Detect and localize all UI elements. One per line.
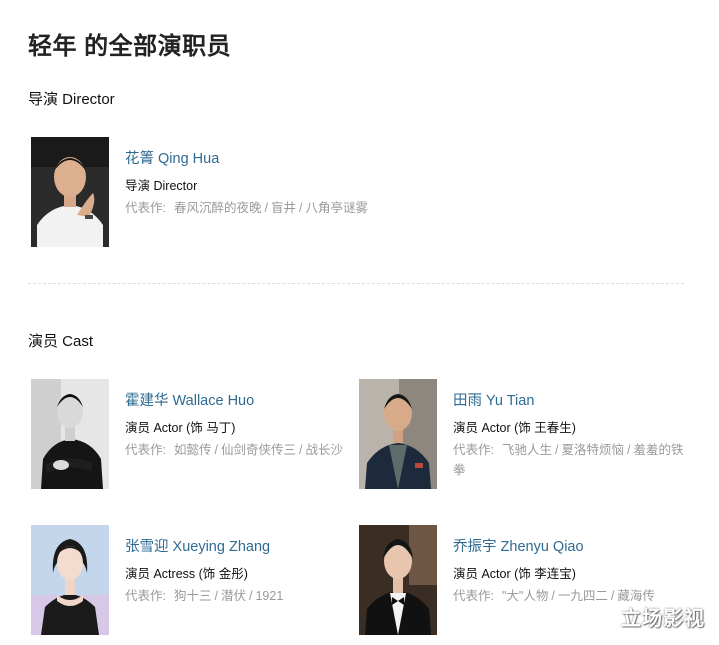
- person-photo[interactable]: [359, 525, 437, 635]
- work-separator: /: [214, 443, 218, 457]
- work-separator: /: [610, 589, 615, 603]
- work-separator: /: [627, 443, 631, 457]
- person-photo-image: [359, 525, 437, 635]
- work-separator: /: [214, 589, 218, 603]
- work-link[interactable]: 飞驰人生: [502, 443, 552, 457]
- person-photo[interactable]: [31, 137, 109, 247]
- person-name-link[interactable]: 田雨 Yu Tian: [453, 389, 534, 410]
- person-photo[interactable]: [31, 525, 109, 635]
- works-label: 代表作:: [125, 443, 166, 457]
- person-role: 演员 Actor (饰 马丁): [125, 421, 236, 435]
- person-photo-image: [31, 137, 109, 247]
- person-photo-image: [31, 525, 109, 635]
- work-separator: /: [555, 443, 559, 457]
- work-separator: /: [551, 589, 555, 603]
- person-photo-image: [359, 379, 437, 489]
- work-link[interactable]: 仙剑奇侠传三: [221, 443, 296, 457]
- person-card: 霍建华 Wallace Huo 演员 Actor (饰 马丁) 代表作: 如懿传 /…: [31, 379, 356, 491]
- work-link[interactable]: 潜伏: [221, 589, 246, 603]
- person-name-link[interactable]: 乔振宇 Zhenyu Qiao: [453, 535, 584, 556]
- representative-works: 代表作: 飞驰人生 / 夏洛特烦恼 / 羞羞的铁拳: [453, 440, 685, 480]
- representative-works: 代表作: 春风沉醉的夜晚 / 盲井 / 八角亭谜雾: [125, 198, 425, 218]
- person-photo[interactable]: [359, 379, 437, 489]
- work-link[interactable]: 藏海传: [617, 589, 655, 603]
- works-label: 代表作:: [125, 201, 166, 215]
- work-link[interactable]: 盲井: [271, 201, 296, 215]
- person-name-link[interactable]: 花箐 Qing Hua: [125, 147, 219, 168]
- work-link[interactable]: 狗十三: [174, 589, 212, 603]
- work-link[interactable]: 夏洛特烦恼: [561, 443, 624, 457]
- works-label: 代表作:: [453, 589, 494, 603]
- person-card: 张雪迎 Xueying Zhang 演员 Actress (饰 金彤) 代表作:…: [31, 525, 356, 637]
- person-name-link[interactable]: 霍建华 Wallace Huo: [125, 389, 254, 410]
- person-photo-image: [31, 379, 109, 489]
- work-separator: /: [299, 201, 303, 215]
- work-link[interactable]: 战长沙: [305, 443, 343, 457]
- section-divider: [28, 283, 684, 284]
- watermark: 立场影视: [621, 608, 705, 630]
- representative-works: 代表作: 狗十三 / 潜伏/1921: [125, 586, 357, 606]
- work-separator: /: [299, 443, 303, 457]
- person-role: 演员 Actor (饰 李连宝): [453, 567, 576, 581]
- person-role: 演员 Actor (饰 王春生): [453, 421, 576, 435]
- person-card: 花箐 Qing Hua 导演 Director 代表作: 春风沉醉的夜晚 / 盲井 / 八…: [31, 137, 431, 249]
- work-link[interactable]: "大"人物: [502, 589, 548, 603]
- person-photo[interactable]: [31, 379, 109, 489]
- work-link[interactable]: 如懿传: [174, 443, 212, 457]
- person-role: 演员 Actress (饰 金彤): [125, 567, 248, 581]
- person-card: 田雨 Yu Tian 演员 Actor (饰 王春生) 代表作: 飞驰人生 / 夏洛特…: [359, 379, 689, 491]
- work-link[interactable]: 一九四二: [558, 589, 608, 603]
- person-name-link[interactable]: 张雪迎 Xueying Zhang: [125, 535, 270, 556]
- page-title: 轻年 的全部演职员: [28, 33, 232, 60]
- directors-heading: 导演 Director: [28, 91, 115, 108]
- work-link[interactable]: 八角亭谜雾: [305, 201, 368, 215]
- work-link[interactable]: 1921: [255, 589, 283, 603]
- work-separator: /: [249, 589, 253, 603]
- works-label: 代表作:: [125, 589, 166, 603]
- cast-heading: 演员 Cast: [28, 333, 94, 350]
- work-link[interactable]: 春风沉醉的夜晚: [174, 201, 262, 215]
- work-separator: /: [264, 201, 268, 215]
- representative-works: 代表作: 如懿传 / 仙剑奇侠传三 / 战长沙: [125, 440, 357, 460]
- works-label: 代表作:: [453, 443, 494, 457]
- person-role: 导演 Director: [125, 179, 198, 193]
